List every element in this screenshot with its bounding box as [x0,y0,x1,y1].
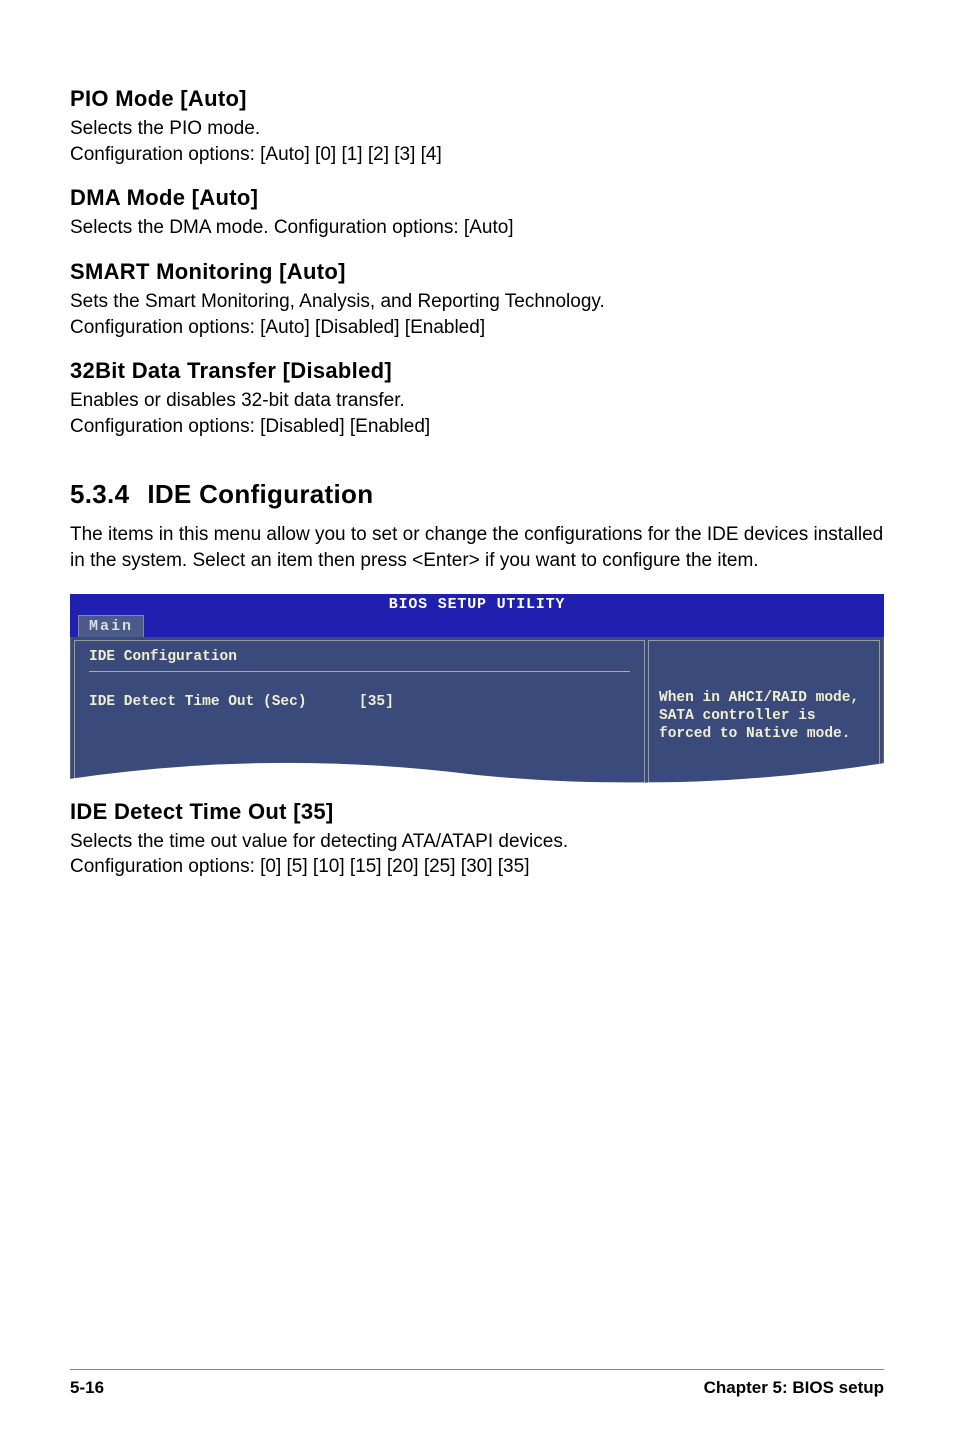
bios-help-panel: When in AHCI/RAID mode, SATA controller … [648,640,880,783]
bios-body: IDE Configuration IDE Detect Time Out (S… [70,637,884,787]
bios-setting-label: IDE Detect Time Out (Sec) [89,694,359,710]
bios-panel-title: IDE Configuration [89,649,630,672]
pio-mode-body: Selects the PIO mode.Configuration optio… [70,116,884,167]
ide-detect-body: Selects the time out value for detecting… [70,829,884,880]
smart-monitoring-body: Sets the Smart Monitoring, Analysis, and… [70,289,884,340]
page-footer: 5-16 Chapter 5: BIOS setup [70,1369,884,1398]
ide-detect-heading: IDE Detect Time Out [35] [70,799,884,825]
section-intro: The items in this menu allow you to set … [70,522,884,573]
dma-mode-heading: DMA Mode [Auto] [70,185,884,211]
bios-left-panel: IDE Configuration IDE Detect Time Out (S… [74,640,645,783]
data-transfer-body: Enables or disables 32-bit data transfer… [70,388,884,439]
chapter-label: Chapter 5: BIOS setup [704,1378,884,1398]
dma-mode-body: Selects the DMA mode. Configuration opti… [70,215,884,241]
bios-setting-row: IDE Detect Time Out (Sec) [35] [89,694,630,710]
bios-setting-value: [35] [359,694,394,710]
bios-tab-main: Main [78,615,144,637]
pio-mode-heading: PIO Mode [Auto] [70,86,884,112]
bios-title-bar: BIOS SETUP UTILITY [70,594,884,615]
smart-monitoring-heading: SMART Monitoring [Auto] [70,259,884,285]
section-number: 5.3.4 [70,479,129,509]
data-transfer-heading: 32Bit Data Transfer [Disabled] [70,358,884,384]
section-title: IDE Configuration [147,479,373,509]
bios-help-text: When in AHCI/RAID mode, SATA controller … [659,689,869,743]
bios-screenshot: BIOS SETUP UTILITY Main IDE Configuratio… [70,594,884,787]
section-heading: 5.3.4 IDE Configuration [70,479,884,510]
bios-tab-row: Main [70,615,884,637]
page-number: 5-16 [70,1378,104,1398]
